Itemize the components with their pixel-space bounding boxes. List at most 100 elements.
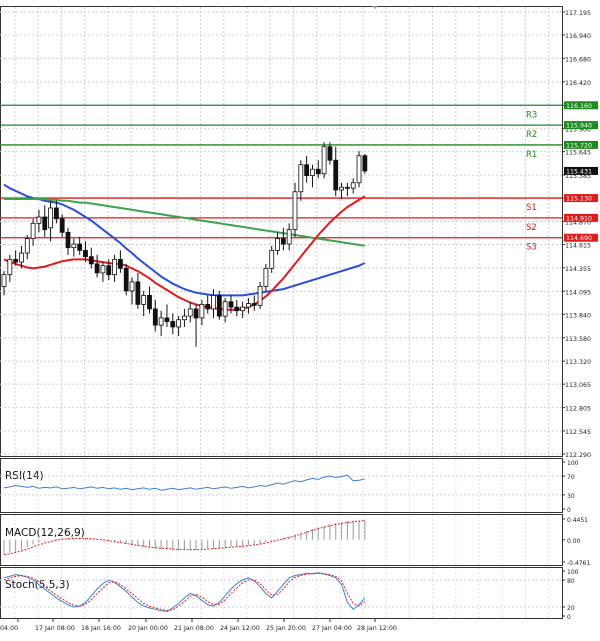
candle-body-up — [257, 285, 263, 306]
candle-body-down — [304, 164, 310, 176]
candle-body-up — [263, 267, 269, 287]
price-tick-label: 115.645 — [565, 150, 591, 157]
level-label-r1: R1 — [526, 150, 537, 160]
candle-body-up — [19, 252, 24, 263]
level-price-label: 116.160 — [566, 103, 592, 110]
stoch-title: Stoch(5,5,3) — [5, 579, 70, 591]
time-tick-label: 17 Jan 08:00 — [35, 625, 75, 632]
candle-body-down — [88, 256, 94, 265]
candle-body-up — [275, 238, 280, 251]
candle-body-up — [24, 238, 30, 254]
candle-body-up — [141, 295, 147, 305]
candle-body-up — [292, 191, 298, 231]
candle — [362, 153, 368, 174]
candle-body-up — [36, 216, 42, 224]
candle-body-up — [298, 164, 304, 193]
candle-body-up — [176, 319, 182, 328]
candle-body-down — [13, 258, 19, 263]
time-tick-label: 24 Jan 12:00 — [220, 625, 260, 632]
macd-tick-label: 0.4451 — [567, 517, 588, 524]
candle-body-up — [269, 249, 275, 269]
candle-body-down — [216, 295, 222, 317]
candle-body-up — [30, 222, 36, 240]
time-tick-label: 18 Jan 16:00 — [81, 625, 121, 632]
candle-body-down — [344, 186, 350, 189]
candle-body-down — [251, 303, 257, 306]
candle-body-up — [71, 243, 77, 249]
candle-body-up — [187, 308, 193, 317]
trading-chart: R3 R2 R1 S1 S2 S3 117.195 116.940 116.680 116.42… — [0, 0, 600, 637]
candle-body-down — [118, 258, 123, 269]
candle-body-up — [310, 168, 315, 176]
candle-body-down — [94, 263, 100, 274]
time-tick-label: 28 Jan 12:00 — [357, 625, 397, 632]
candle-body-down — [53, 207, 59, 220]
level-price-label: 114.910 — [566, 215, 592, 222]
candle-body-down — [135, 281, 141, 305]
candle-body-down — [152, 308, 158, 326]
stoch-tick-label: 80 — [567, 578, 575, 585]
candle-body-down — [193, 308, 199, 319]
candle-body-down — [59, 218, 65, 233]
rsi-tick-label: 70 — [567, 474, 575, 481]
chart-canvas: R3 R2 R1 S1 S2 S3 117.195 116.940 116.680 116.42… — [0, 0, 600, 637]
candle-body-up — [1, 274, 7, 287]
macd-tick-label: -0.4761 — [567, 560, 590, 567]
candle — [123, 263, 129, 296]
candle-body-down — [147, 295, 152, 310]
candle-body-up — [240, 306, 246, 312]
candle-body-down — [164, 317, 170, 322]
candle — [356, 151, 362, 188]
price-tick-label: 113.065 — [565, 382, 591, 389]
candle-body-up — [199, 304, 205, 319]
candle-body-down — [106, 265, 112, 276]
candle-body-up — [112, 258, 117, 276]
time-tick-label: 04:00 — [0, 625, 18, 632]
price-tick-label: 114.615 — [565, 242, 591, 249]
level-label-r2: R2 — [526, 130, 537, 140]
candle-body-up — [356, 155, 362, 184]
level-price-label: 114.690 — [566, 235, 592, 242]
price-tick-label: 113.840 — [565, 312, 591, 319]
candle-body-down — [234, 306, 240, 312]
candle-body-down — [170, 321, 176, 328]
price-tick-label: 112.290 — [565, 452, 591, 459]
price-tick-label: 113.320 — [565, 359, 591, 366]
candle-body-up — [321, 146, 327, 175]
level-label-r3: R3 — [526, 110, 537, 120]
candle-body-up — [211, 295, 216, 310]
candle-body-down — [315, 168, 321, 175]
candle — [216, 290, 222, 320]
level-price-label: 115.940 — [566, 123, 592, 130]
candle-body-up — [129, 281, 135, 292]
macd-title: MACD(12,26,9) — [5, 527, 85, 539]
candle — [321, 142, 327, 179]
candle-body-down — [42, 216, 48, 231]
stoch-tick-label: 20 — [567, 605, 575, 612]
candle-body-down — [77, 243, 83, 251]
price-tick-label: 113.580 — [565, 336, 591, 343]
current-price-label: 115.431 — [566, 168, 592, 175]
rsi-tick-label: 30 — [567, 493, 575, 500]
time-tick-label: 27 Jan 04:00 — [312, 625, 352, 632]
candle-body-down — [205, 304, 211, 310]
candle-body-up — [246, 303, 251, 308]
price-tick-label: 114.095 — [565, 289, 591, 296]
candle-body-up — [222, 301, 228, 317]
time-tick-label: 21 Jan 08:00 — [174, 625, 214, 632]
level-label-s1: S1 — [526, 203, 537, 213]
price-tick-label: 116.680 — [565, 56, 591, 63]
candle-body-up — [48, 207, 53, 229]
candle-body-down — [362, 155, 368, 172]
candle-body-down — [83, 249, 88, 258]
level-price-label: 115.720 — [566, 142, 592, 149]
candle-body-up — [286, 229, 292, 245]
candle-body-up — [100, 265, 106, 274]
level-label-s2: S2 — [526, 223, 537, 233]
candle-body-up — [350, 182, 356, 189]
price-tick-label: 112.545 — [565, 429, 591, 436]
candle-body-down — [65, 231, 71, 249]
time-tick-label: 25 Jan 20:00 — [266, 625, 306, 632]
time-tick-label: 20 Jan 00:00 — [128, 625, 168, 632]
stoch-tick-label: 100 — [567, 569, 579, 576]
